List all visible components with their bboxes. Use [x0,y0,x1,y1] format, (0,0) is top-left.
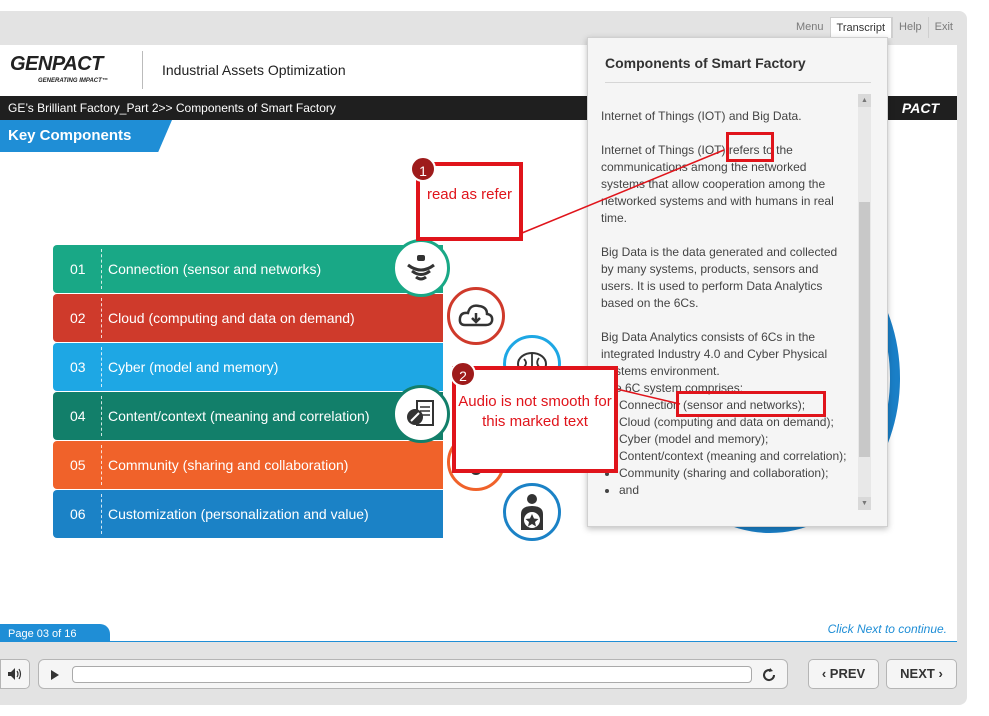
badge-1: 1 [410,156,436,182]
arrow-1 [521,149,725,234]
highlight-sensor-networks [676,391,826,417]
callout-2: Audio is not smooth for this marked text [452,366,618,473]
highlight-refers [726,132,774,162]
callout-text: Audio is not smooth for this marked text [458,393,612,430]
annotation-arrows [521,149,725,405]
badge-2: 2 [450,361,476,387]
callout-text: read as refer [426,186,513,203]
